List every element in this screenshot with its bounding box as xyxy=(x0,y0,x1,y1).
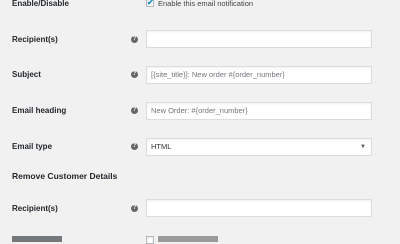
remove-recipients-label: Recipient(s) xyxy=(12,204,58,213)
help-icon[interactable]: ? xyxy=(131,143,138,150)
recipients-input[interactable] xyxy=(146,30,372,48)
remove-recipients-input[interactable] xyxy=(146,199,372,217)
cut-off-checkbox-label xyxy=(158,236,218,242)
cut-off-checkbox[interactable] xyxy=(146,236,154,244)
section-title: Remove Customer Details xyxy=(12,171,118,181)
subject-label: Subject xyxy=(12,70,41,79)
subject-placeholder: [{site_title}]: New order #{order_number… xyxy=(151,70,285,79)
enable-checkbox[interactable]: ✔ xyxy=(146,0,154,7)
email-type-select[interactable]: HTML ▼ xyxy=(146,138,372,156)
help-icon[interactable]: ? xyxy=(131,36,138,43)
cut-off-label xyxy=(12,236,62,242)
checkmark-icon: ✔ xyxy=(147,0,154,7)
subject-input[interactable]: [{site_title}]: New order #{order_number… xyxy=(146,66,372,84)
email-heading-label: Email heading xyxy=(12,106,67,115)
email-type-selected: HTML xyxy=(151,142,172,151)
enable-disable-label: Enable/Disable xyxy=(12,0,69,8)
chevron-down-icon: ▼ xyxy=(360,144,366,150)
help-icon[interactable]: ? xyxy=(131,205,138,212)
enable-checkbox-label[interactable]: Enable this email notification xyxy=(158,0,253,8)
help-icon[interactable]: ? xyxy=(131,71,138,78)
help-icon[interactable]: ? xyxy=(131,107,138,114)
email-heading-placeholder: New Order: #{order_number} xyxy=(151,106,248,115)
recipients-label: Recipient(s) xyxy=(12,35,58,44)
email-heading-input[interactable]: New Order: #{order_number} xyxy=(146,102,372,120)
email-type-label: Email type xyxy=(12,142,53,151)
